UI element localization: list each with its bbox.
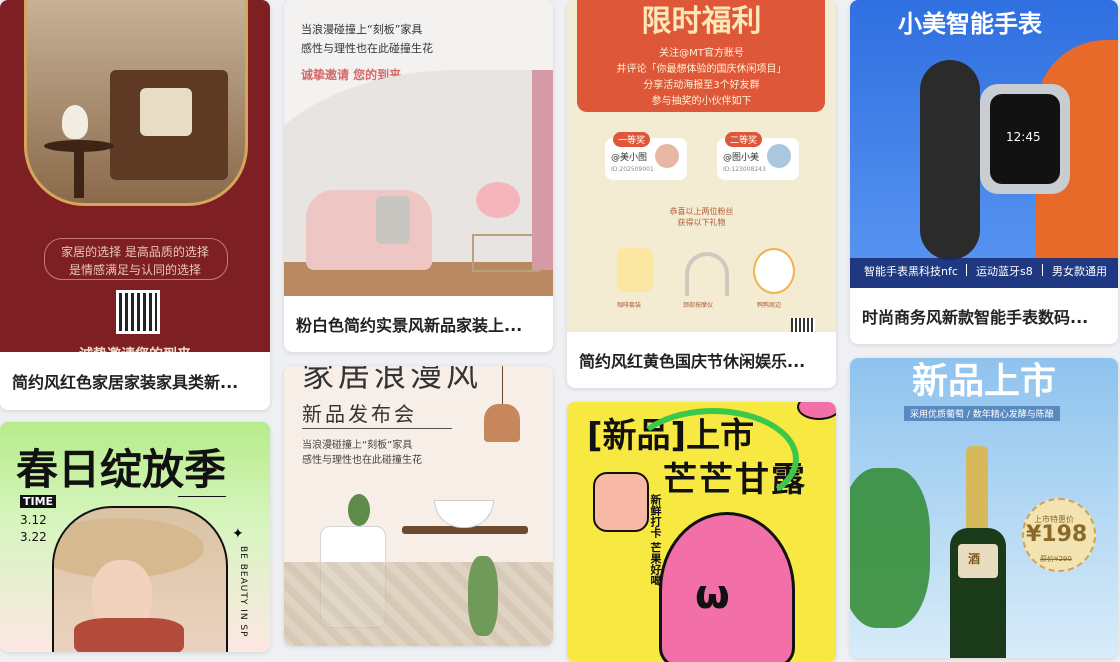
slogan-line-1: 家居的选择 是高品质的选择 (61, 245, 209, 259)
feature-divider (1042, 264, 1043, 276)
flower-image (476, 182, 520, 218)
template-card[interactable]: 春日绽放季 TIME 3.12 3.22 ✦ BE BEAUTY IN SP (0, 422, 270, 652)
date-end: 3.22 (20, 530, 47, 544)
divider-line (178, 496, 226, 497)
vase-image (62, 105, 88, 139)
scarf-image (74, 618, 184, 652)
card-title[interactable]: 简约风红黄色国庆节休闲娱乐... (567, 332, 836, 388)
lamp-cord (502, 366, 503, 404)
armchair-image (306, 190, 432, 270)
avatar (767, 144, 791, 168)
side-text: 新鲜打卡 芒果好喝 (649, 494, 662, 586)
feature-3: 男女款通用 (1052, 265, 1107, 278)
side-table-leg (74, 150, 84, 198)
card-thumbnail[interactable]: 小美智能手表 12:45 智能手表黑科技nfc 运动蓝牙s8 男女款通用 (850, 0, 1118, 288)
gift-image (753, 248, 795, 294)
poster-line-2: 感性与理性也在此碰撞生花 (301, 42, 433, 55)
card-thumbnail[interactable]: 春日绽放季 TIME 3.12 3.22 ✦ BE BEAUTY IN SP (0, 422, 270, 652)
watch-strap (920, 60, 980, 260)
gift-label-1: 咖啡套装 (617, 302, 642, 309)
bottle-badge: 酒 (968, 552, 981, 566)
poster-line-1: 当浪漫碰撞上“刻板”家具 (301, 23, 423, 36)
photo-frame (52, 506, 228, 652)
template-card[interactable]: 当浪漫碰撞上“刻板”家具 感性与理性也在此碰撞生花 诚挚邀请 您的到来 粉白色简… (284, 0, 553, 352)
potted-plant (468, 556, 498, 636)
sticker-badge (797, 402, 836, 420)
poster-line-2: 感性与理性也在此碰撞生花 (302, 455, 422, 466)
gift-image (617, 248, 653, 292)
winner-id-2: ID:123008243 (723, 166, 766, 173)
poster-heading: 新品上市 (911, 360, 1056, 402)
card-thumbnail[interactable]: 新品上市 采用优质葡萄 / 数年精心发酵与陈酿 酒 上市特惠价 ¥198 原价¥… (850, 358, 1118, 658)
template-card[interactable]: 新品上市 采用优质葡萄 / 数年精心发酵与陈酿 酒 上市特惠价 ¥198 原价¥… (850, 358, 1118, 658)
winner-name-1: @美小图 (611, 153, 648, 163)
watch-time: 12:45 (1006, 130, 1041, 144)
rule-line-2: 并评论「你最想体验的国庆休闲项目」 (616, 64, 787, 75)
feature-1: 智能手表黑科技nfc (864, 265, 958, 278)
date-start: 3.12 (20, 513, 47, 527)
template-card[interactable]: 小美智能手表 12:45 智能手表黑科技nfc 运动蓝牙s8 男女款通用 时尚商… (850, 0, 1118, 344)
mascot-mouth: ω (695, 572, 730, 618)
rule-line-4: 参与抽奖的小伙伴如下 (651, 96, 752, 107)
side-table (472, 234, 540, 272)
poster-line-1: 当浪漫碰撞上“刻板”家具 (302, 440, 413, 451)
poster-heading: 小美智能手表 (898, 10, 1042, 38)
gift-image (685, 252, 729, 296)
prize-badge-2: 二等奖 (725, 132, 763, 147)
gift-label-3: 鸭鸭周边 (757, 302, 782, 309)
feature-divider (966, 264, 967, 276)
poster-heading: 春日绽放季 (16, 445, 227, 494)
card-thumbnail[interactable]: 当浪漫碰撞上“刻板”家具 感性与理性也在此碰撞生花 诚挚邀请 您的到来 (284, 0, 553, 296)
plant-image (348, 494, 370, 526)
template-card[interactable]: 家居的选择 是高品质的选择 是情感满足与认同的选择 诚挚邀请您的到来 简约风红色… (0, 0, 270, 410)
rule-line-3: 分享活动海报至3个好友群 (643, 80, 760, 91)
qr-code (116, 290, 160, 334)
blanket-image (376, 196, 410, 244)
side-text: BE BEAUTY IN SP (238, 546, 248, 638)
sparkle-icon: ✦ (232, 526, 244, 542)
card-title[interactable]: 简约风红色家居家装家具类新... (0, 352, 270, 410)
sink-image (434, 500, 494, 528)
congrats-line-1: 恭喜以上两位粉丝 (669, 207, 734, 216)
avatar (655, 144, 679, 168)
card-title[interactable]: 时尚商务风新款智能手表数码... (850, 288, 1118, 344)
winner-name-2: @图小美 (723, 153, 760, 163)
cabinet-image (284, 562, 553, 646)
wall-strip (532, 70, 553, 270)
poster-heading: 家居浪漫风 (302, 366, 483, 394)
bottle-neck (966, 446, 988, 536)
gift-label-2: 颈部按摩仪 (683, 302, 714, 309)
time-tag: TIME (20, 495, 57, 508)
template-card[interactable]: [新品]上市 芒芒甘露 ω 新鲜打卡 芒果好喝 (567, 402, 836, 662)
poster-subheading: 新品发布会 (302, 402, 417, 426)
qr-code (791, 318, 815, 332)
card-thumbnail[interactable]: [新品]上市 芒芒甘露 ω 新鲜打卡 芒果好喝 (567, 402, 836, 662)
cushion-image (140, 88, 192, 136)
poster-heading: 限时福利 (641, 4, 762, 39)
card-title[interactable]: 粉白色简约实景风新品家装上... (284, 296, 553, 352)
template-card[interactable]: 限时福利 关注@MT官方账号 并评论「你最想体验的国庆休闲项目」 分享活动海报至… (567, 0, 836, 388)
card-thumbnail[interactable]: 家居的选择 是高品质的选择 是情感满足与认同的选择 诚挚邀请您的到来 (0, 0, 270, 352)
tree-leaves (850, 468, 930, 628)
subheading-underline (302, 428, 452, 429)
template-card[interactable]: 家居浪漫风 新品发布会 当浪漫碰撞上“刻板”家具 感性与理性也在此碰撞生花 (284, 366, 553, 646)
prize-badge-1: 一等奖 (613, 132, 651, 147)
rule-line-1: 关注@MT官方账号 (659, 48, 744, 59)
congrats-line-2: 获得以下礼物 (677, 218, 726, 227)
feature-2: 运动蓝牙s8 (976, 265, 1033, 278)
lamp-icon (484, 404, 520, 442)
poster-subheading: 采用优质葡萄 / 数年精心发酵与陈酿 (904, 406, 1060, 421)
card-thumbnail[interactable]: 家居浪漫风 新品发布会 当浪漫碰撞上“刻板”家具 感性与理性也在此碰撞生花 (284, 366, 553, 646)
invite-text: 诚挚邀请您的到来 (0, 344, 270, 352)
winner-id-1: ID:202509001 (611, 166, 654, 173)
price-original: 原价¥290 (1040, 555, 1072, 563)
slogan-line-2: 是情感满足与认同的选择 (68, 263, 201, 277)
card-thumbnail[interactable]: 限时福利 关注@MT官方账号 并评论「你最想体验的国庆休闲项目」 分享活动海报至… (567, 0, 836, 332)
price-value: ¥198 (1026, 522, 1088, 547)
